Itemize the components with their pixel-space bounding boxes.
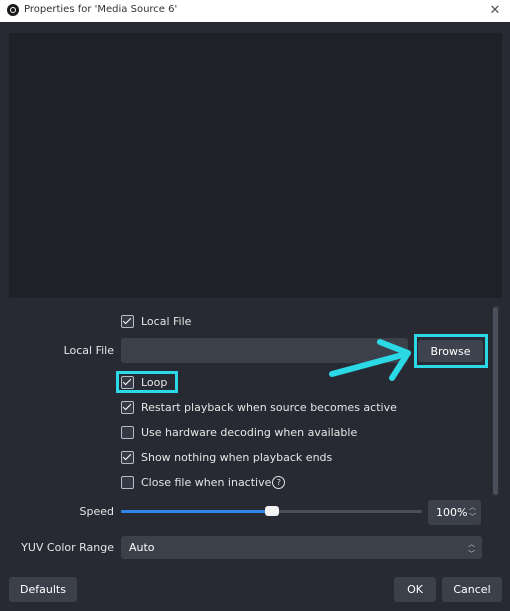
restart-label: Restart playback when source becomes act… xyxy=(141,401,397,414)
chevron-down-icon[interactable]: ﹀ xyxy=(469,513,476,521)
close-icon[interactable]: ✕ xyxy=(486,2,504,20)
splitter[interactable] xyxy=(0,298,510,304)
updown-chevron-icon: ︿ ﹀ xyxy=(468,539,476,558)
show-nothing-checkbox[interactable] xyxy=(121,451,134,464)
local-file-checkbox-row[interactable]: Local File xyxy=(121,315,191,328)
restart-checkbox-row[interactable]: Restart playback when source becomes act… xyxy=(121,401,397,414)
defaults-button[interactable]: Defaults xyxy=(9,577,77,602)
hw-decoding-label: Use hardware decoding when available xyxy=(141,426,358,439)
speed-value: 100% xyxy=(436,506,468,519)
scrollbar-thumb[interactable] xyxy=(493,307,498,495)
help-icon[interactable]: ? xyxy=(272,476,286,489)
speed-label: Speed xyxy=(79,505,114,518)
chevron-down-icon: ﹀ xyxy=(468,550,475,558)
local-file-checkbox[interactable] xyxy=(121,315,134,328)
chevron-up-icon[interactable]: ︿ xyxy=(469,503,476,511)
chevron-up-icon: ︿ xyxy=(468,540,475,548)
hw-decoding-checkbox[interactable] xyxy=(121,426,134,439)
loop-checkbox-row[interactable]: Loop xyxy=(121,376,167,389)
close-inactive-label: Close file when inactive xyxy=(141,476,272,489)
ok-button[interactable]: OK xyxy=(394,577,436,602)
speed-slider[interactable] xyxy=(121,506,422,516)
local-file-label: Local File xyxy=(63,344,114,357)
browse-highlight-box xyxy=(414,334,488,368)
arrow-right-icon xyxy=(329,339,411,381)
speed-slider-fill xyxy=(121,510,272,513)
show-nothing-checkbox-row[interactable]: Show nothing when playback ends xyxy=(121,451,332,464)
close-inactive-checkbox[interactable] xyxy=(121,476,134,489)
window-title: Properties for 'Media Source 6' xyxy=(24,4,178,15)
spin-arrows[interactable]: ︿ ﹀ xyxy=(469,502,477,522)
restart-checkbox[interactable] xyxy=(121,401,134,414)
cancel-button[interactable]: Cancel xyxy=(442,577,502,602)
local-file-checkbox-label: Local File xyxy=(141,315,192,328)
obs-logo-icon xyxy=(7,4,19,16)
speed-spinbox[interactable]: 100% ︿ ﹀ xyxy=(428,500,481,525)
loop-label: Loop xyxy=(141,376,168,389)
speed-slider-handle[interactable] xyxy=(264,506,279,516)
loop-checkbox[interactable] xyxy=(121,376,134,389)
source-preview xyxy=(9,33,502,298)
yuv-color-range-select[interactable]: Auto ︿ ﹀ xyxy=(121,536,482,559)
close-inactive-checkbox-row[interactable]: Close file when inactive ? xyxy=(121,476,286,489)
hw-decoding-checkbox-row[interactable]: Use hardware decoding when available xyxy=(121,426,357,439)
title-bar: Properties for 'Media Source 6' ✕ xyxy=(0,0,510,22)
scrollbar[interactable] xyxy=(492,305,500,497)
yuv-value: Auto xyxy=(129,541,155,554)
yuv-label: YUV Color Range xyxy=(21,541,114,554)
show-nothing-label: Show nothing when playback ends xyxy=(141,451,333,464)
